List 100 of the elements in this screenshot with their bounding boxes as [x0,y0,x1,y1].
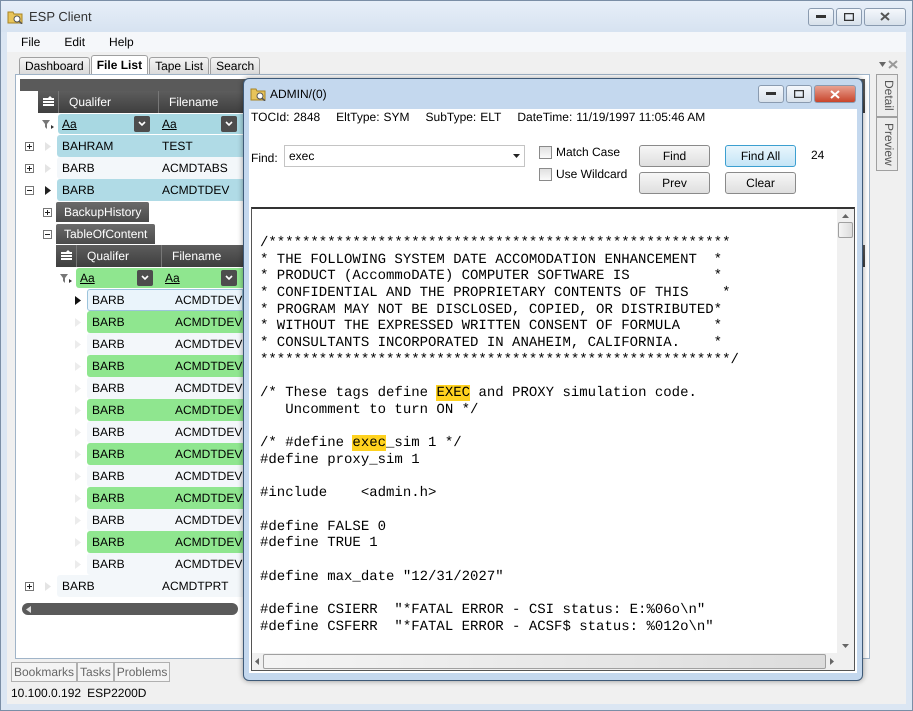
filter-operator[interactable]: Aa [80,271,95,285]
scrollbar-thumb[interactable] [263,654,826,669]
qualifier-cell-text: BARB [91,447,126,461]
filter-dropdown[interactable] [134,116,150,132]
code-line: /* #define exec_sim 1 */ [260,435,463,452]
expand-icon[interactable] [42,208,52,216]
column-chooser-icon[interactable] [42,96,54,108]
grid-row[interactable]: BARB ACMDTDEV [87,509,243,531]
bottom-tab[interactable]: Tasks [77,662,114,682]
filter-dropdown[interactable] [221,116,237,132]
folder-search-icon [7,10,23,24]
menu-item[interactable]: Help [97,35,146,49]
side-tab[interactable]: Detail [876,74,898,117]
column-chooser-icon[interactable] [60,250,72,262]
filter-dropdown[interactable] [137,270,153,286]
filename-cell-text: ACMDTDEV [174,513,242,527]
horizontal-scrollbar[interactable] [22,603,238,615]
bottom-tab[interactable]: Bookmarks [11,662,78,682]
filter-operator[interactable]: Aa [62,117,77,131]
filter-operator[interactable]: Aa [165,271,180,285]
menu-item[interactable]: File [11,35,52,49]
grid-row[interactable]: BARB ACMDTDEV [87,421,243,443]
find-field[interactable]: exec [284,145,525,167]
code-line: #define CSFERR "*FATAL ERROR - ACSF$ status: %012o\n" [260,618,715,636]
grid-row[interactable]: BARB ACMDTDEV [87,553,243,575]
qualifier-cell-text: BARB [91,337,126,351]
option-checkbox[interactable]: Use Wildcard [539,167,639,181]
filter-icon[interactable] [60,272,72,284]
grid-row[interactable]: BARB ACMDTDEV [87,465,243,487]
grid-row[interactable]: BARB ACMDTABS [57,157,243,179]
maximize-button[interactable] [836,8,862,26]
find-button[interactable]: Find All [725,145,796,167]
scroll-left-icon[interactable] [255,658,259,665]
qualifier-cell-text: BARB [91,403,126,417]
grid-row[interactable]: BARB ACMDTDEV [87,377,243,399]
info-value: SYM [384,110,410,124]
side-tab[interactable]: Preview [876,116,898,172]
column-header[interactable]: Qualifer [58,91,158,113]
filter-dropdown[interactable] [221,270,237,286]
option-checkbox[interactable]: Match Case [539,145,639,159]
dropdown-icon[interactable] [513,154,520,158]
grid-row[interactable]: BARB ACMDTPRT [57,575,243,597]
grid-row[interactable]: BARB ACMDTDEV [87,333,243,355]
filename-cell-text: ACMDTPRT [161,579,230,593]
grid-row[interactable]: BARB ACMDTDEV [87,355,243,377]
grid-row[interactable]: BARB ACMDTDEV [87,311,243,333]
minimize-button[interactable] [808,8,834,26]
tab[interactable]: Search [210,57,260,74]
detail-section-tab[interactable]: TableOfContent [56,224,156,244]
scroll-right-icon[interactable] [830,658,834,665]
grid-row[interactable]: BARB ACMDTDEV [87,289,243,311]
code-line: ********************************************************/ [260,352,740,368]
filename-cell-text: ACMDTDEV [174,315,242,329]
find-button[interactable]: Prev [639,172,710,194]
checkbox[interactable] [539,146,552,158]
scroll-left-icon[interactable] [26,606,31,612]
code-line: #define TRUE 1 [260,535,379,552]
close-button[interactable] [814,85,856,103]
menu-item[interactable]: Edit [52,35,98,49]
grid-row[interactable]: BARB ACMDTDEV [87,487,243,509]
scroll-up-icon[interactable] [842,214,849,218]
grid-row[interactable]: BARB ACMDTDEV [57,179,243,201]
status-text: 10.100.0.192 [11,686,82,700]
expand-icon[interactable] [24,582,34,590]
qualifier-cell-text: BARB [91,315,126,329]
scrollbar-thumb[interactable] [838,222,853,238]
horizontal-scrollbar[interactable] [252,653,837,670]
maximize-icon [844,12,854,20]
maximize-button[interactable] [786,85,812,103]
tab[interactable]: Dashboard [19,57,90,74]
filename-cell-text: TEST [161,139,194,153]
close-button[interactable] [864,8,906,26]
collapse-icon[interactable] [24,186,34,194]
scroll-down-icon[interactable] [842,644,849,648]
tab[interactable]: Tape List [149,57,210,74]
tab[interactable]: File List [90,55,148,74]
minimize-button[interactable] [758,85,784,103]
find-button[interactable]: Clear [725,172,796,194]
detail-section-tab[interactable]: BackupHistory [56,202,150,222]
collapse-icon[interactable] [42,230,52,238]
expand-icon[interactable] [24,142,34,150]
filter-operator[interactable]: Aa [162,117,177,131]
checkbox[interactable] [539,168,552,180]
folder-search-icon [250,87,266,101]
find-button[interactable]: Find [639,145,710,167]
filename-cell-text: ACMDTDEV [174,359,242,373]
grid-row[interactable]: BAHRAM TEST [57,135,243,157]
grid-row[interactable]: BARB ACMDTDEV [87,443,243,465]
expand-icon[interactable] [24,164,34,172]
bottom-tab[interactable]: Problems [114,662,170,682]
filename-cell-text: ACMDTDEV [174,293,242,307]
column-header[interactable]: Qualifer [76,245,161,267]
info-value: 11/19/1997 11:05:46 AM [576,110,706,124]
grid-row[interactable]: BARB ACMDTDEV [87,531,243,553]
chevron-down-icon [138,121,146,127]
qualifier-cell-text: BARB [91,469,126,483]
code-line: #define proxy_sim 1 [260,452,421,469]
filter-icon[interactable] [42,118,54,130]
minimize-icon [816,14,826,18]
grid-row[interactable]: BARB ACMDTDEV [87,399,243,421]
